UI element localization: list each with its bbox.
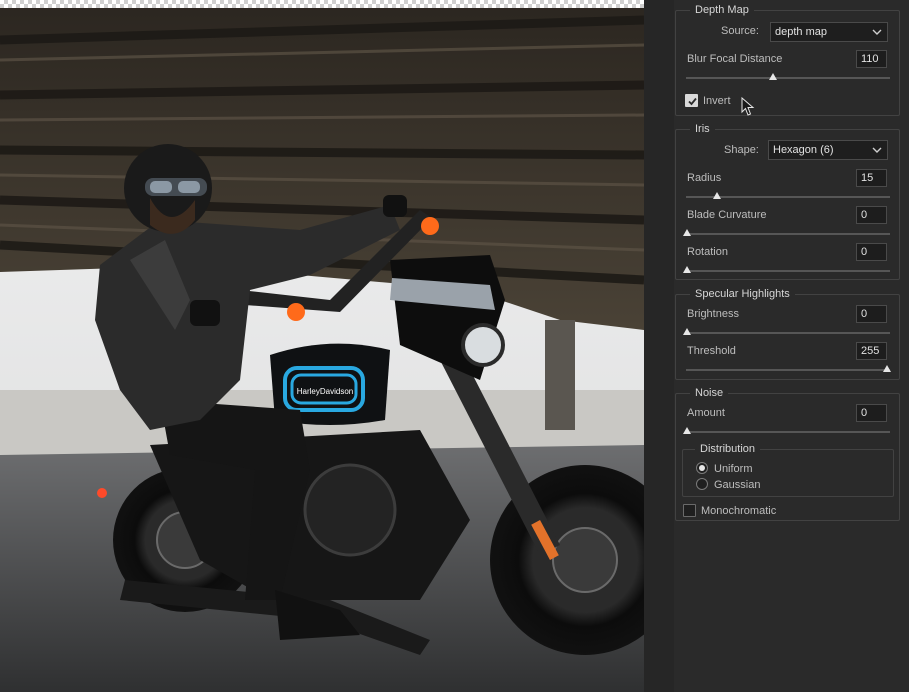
source-select-value: depth map [775,26,827,38]
radius-label: Radius [687,172,722,184]
checkmark-icon [688,97,697,106]
amount-label: Amount [687,407,725,419]
blade-curvature-label: Blade Curvature [687,209,767,221]
chevron-down-icon [872,29,882,35]
blur-focal-distance-label: Blur Focal Distance [687,53,783,65]
invert-label[interactable]: Invert [703,95,731,108]
transparency-checkerboard [0,0,644,8]
panel-divider [644,0,674,692]
distribution-title: Distribution [695,442,761,456]
invert-checkbox[interactable] [685,94,698,107]
specular-highlights-group: Specular Highlights Brightness 0 Thresho… [675,287,900,380]
mouse-pointer-icon [741,97,755,116]
rotation-thumb[interactable] [683,266,691,273]
shape-select[interactable]: Hexagon (6) [768,140,888,160]
blade-curvature-input[interactable]: 0 [856,206,887,224]
threshold-input[interactable]: 255 [856,342,887,360]
depth-map-group: Depth Map Source: depth map Blur Focal D… [675,3,900,116]
amount-input[interactable]: 0 [856,404,887,422]
threshold-slider[interactable] [686,369,890,371]
iris-title: Iris [690,122,715,136]
radius-input[interactable]: 15 [856,169,887,187]
monochromatic-checkbox[interactable] [683,504,696,517]
blur-properties-panel: Depth Map Source: depth map Blur Focal D… [674,0,909,692]
rotation-input[interactable]: 0 [856,243,887,261]
shape-select-value: Hexagon (6) [773,144,834,156]
rotation-slider[interactable] [686,270,890,272]
blade-curvature-slider[interactable] [686,233,890,235]
radius-thumb[interactable] [713,192,721,199]
motorcycle-photo: HarleyDavidson [0,0,644,692]
gaussian-radio[interactable] [696,478,708,490]
shape-label: Shape: [724,144,759,156]
blur-focal-distance-input[interactable]: 110 [856,50,887,68]
blur-focal-distance-slider[interactable] [686,77,890,79]
source-select[interactable]: depth map [770,22,888,42]
brightness-thumb[interactable] [683,328,691,335]
blur-focal-distance-thumb[interactable] [769,73,777,80]
source-label: Source: [721,25,759,37]
amount-slider[interactable] [686,431,890,433]
threshold-label: Threshold [687,345,736,357]
uniform-radio[interactable] [696,462,708,474]
threshold-thumb[interactable] [883,365,891,372]
noise-title: Noise [690,386,729,400]
chevron-down-icon [872,147,882,153]
monochromatic-label[interactable]: Monochromatic [701,505,776,518]
iris-group: Iris Shape: Hexagon (6) Radius 15 Blade … [675,122,900,280]
amount-thumb[interactable] [683,427,691,434]
image-canvas[interactable]: HarleyDavidson [0,0,644,692]
depth-map-title: Depth Map [690,3,754,17]
distribution-group: Distribution Uniform Gaussian [682,442,894,497]
brightness-input[interactable]: 0 [856,305,887,323]
specular-highlights-title: Specular Highlights [690,287,795,301]
uniform-label[interactable]: Uniform [714,463,753,476]
brightness-slider[interactable] [686,332,890,334]
brightness-label: Brightness [687,308,739,320]
rotation-label: Rotation [687,246,728,258]
gaussian-label[interactable]: Gaussian [714,479,760,492]
tank-logo: HarleyDavidson [297,387,353,396]
blade-curvature-thumb[interactable] [683,229,691,236]
noise-group: Noise Amount 0 Distribution Uniform Gaus… [675,386,900,521]
